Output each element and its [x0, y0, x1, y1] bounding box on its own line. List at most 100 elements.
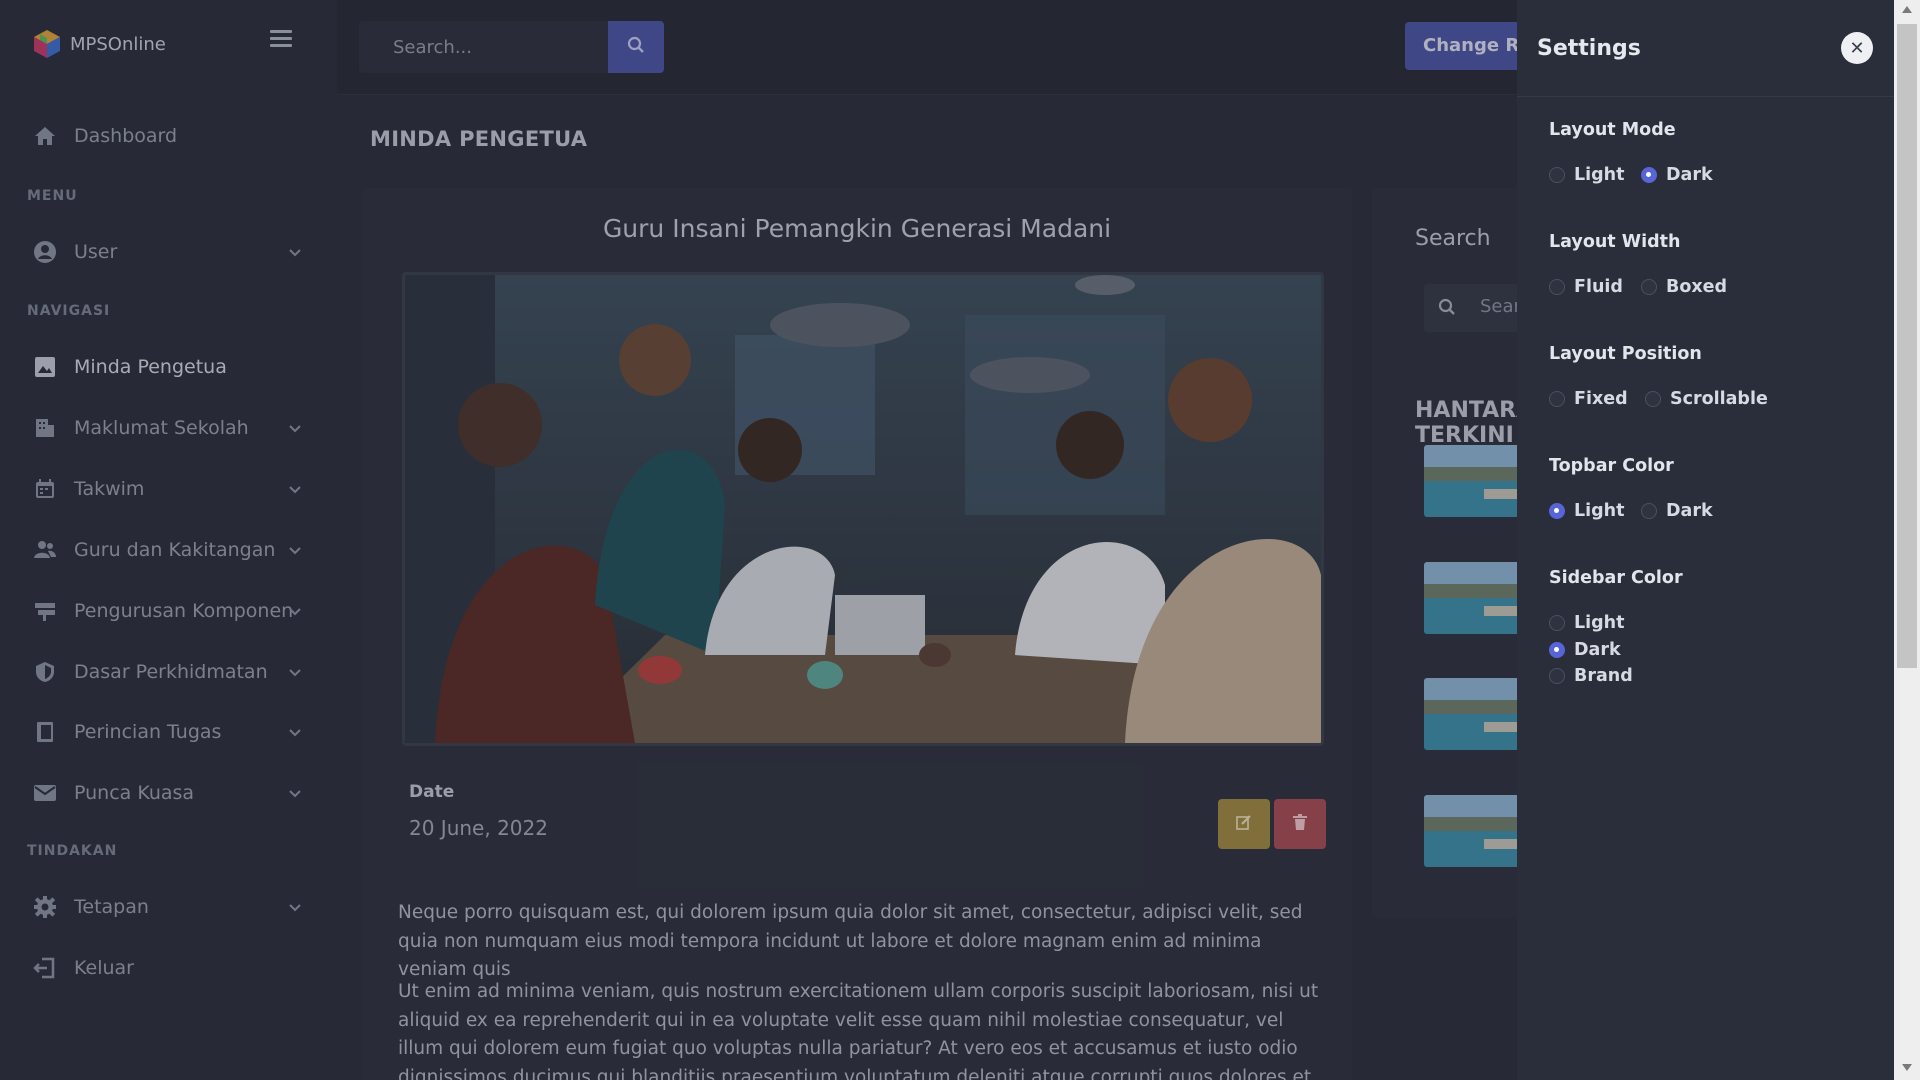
sidebar-item-dashboard[interactable]: Dashboard	[32, 116, 302, 156]
close-settings-button[interactable]: ✕	[1841, 32, 1873, 64]
radio-button[interactable]	[1549, 279, 1565, 295]
scroll-down-arrow-icon[interactable]	[1902, 1064, 1912, 1071]
signpost-icon	[32, 598, 58, 624]
sidebar-item-label: Maklumat Sekolah	[74, 417, 249, 439]
radio-button[interactable]	[1549, 642, 1565, 658]
sidebar-item-takwim[interactable]: Takwim	[32, 469, 302, 509]
chevron-down-icon	[288, 724, 302, 738]
page-scrollbar[interactable]	[1894, 0, 1920, 1080]
radio-button[interactable]	[1549, 503, 1565, 519]
layout-position-title: Layout Position	[1549, 344, 1702, 364]
chevron-down-icon	[288, 420, 302, 434]
search-field[interactable]	[359, 21, 609, 73]
calendar-icon	[32, 476, 58, 502]
layout-mode-dark-option[interactable]: Dark	[1641, 165, 1713, 185]
shield-icon	[32, 659, 58, 685]
radio-button[interactable]	[1549, 167, 1565, 183]
search-icon	[1438, 298, 1456, 320]
sidebar-item-label: Guru dan Kakitangan	[74, 539, 276, 561]
section-label-menu: MENU	[27, 188, 78, 204]
sidebar-item-label: Tetapan	[74, 896, 149, 918]
search-button[interactable]	[608, 21, 664, 73]
sidebar-item-punca-kuasa[interactable]: Punca Kuasa	[32, 773, 302, 813]
brand[interactable]: MPSOnline	[30, 26, 166, 62]
layout-position-scrollable-option[interactable]: Scrollable	[1645, 389, 1768, 409]
image-icon	[32, 354, 58, 380]
post-title: Guru Insani Pemangkin Generasi Madani	[602, 214, 1112, 243]
option-label: Scrollable	[1670, 389, 1768, 409]
radio-button[interactable]	[1641, 503, 1657, 519]
radio-button[interactable]	[1549, 615, 1565, 631]
page-title: MINDA PENGETUA	[370, 127, 588, 151]
option-label: Light	[1574, 165, 1625, 185]
layout-width-title: Layout Width	[1549, 232, 1681, 252]
option-label: Brand	[1574, 666, 1633, 686]
sidebar-item-perincian-tugas[interactable]: Perincian Tugas	[32, 712, 302, 752]
book-icon	[32, 719, 58, 745]
building-icon	[32, 415, 58, 441]
sidebar-item-keluar[interactable]: Keluar	[32, 948, 302, 988]
sidebar-item-label: Dashboard	[74, 125, 178, 147]
sidebar-item-user[interactable]: User	[32, 232, 302, 272]
edit-button[interactable]	[1218, 799, 1270, 849]
mail-icon	[32, 780, 58, 806]
sidebar-item-label: Takwim	[74, 478, 145, 500]
sidebar-item-tetapan[interactable]: Tetapan	[32, 887, 302, 927]
user-circle-icon	[32, 239, 58, 265]
section-label-navigasi: NAVIGASI	[27, 303, 111, 319]
post-image	[402, 272, 1324, 746]
layout-width-boxed-option[interactable]: Boxed	[1641, 277, 1727, 297]
radio-button[interactable]	[1645, 391, 1661, 407]
sidebar-item-label: Pengurusan Komponen	[74, 600, 294, 622]
radio-button[interactable]	[1641, 167, 1657, 183]
search-icon	[627, 36, 645, 58]
option-label: Dark	[1666, 165, 1713, 185]
layout-mode-title: Layout Mode	[1549, 120, 1676, 140]
search-widget-title: Search	[1415, 226, 1491, 251]
paragraph: Ut enim ad minima veniam, quis nostrum e…	[398, 981, 1319, 1080]
layout-position-fixed-option[interactable]: Fixed	[1549, 389, 1628, 409]
brand-name: MPSOnline	[70, 33, 166, 55]
change-role-button[interactable]: Change Role	[1405, 22, 1535, 70]
topbar-color-dark-option[interactable]: Dark	[1641, 501, 1713, 521]
chevron-down-icon	[288, 785, 302, 799]
scroll-thumb[interactable]	[1897, 24, 1917, 668]
post-card: Guru Insani Pemangkin Generasi Madani Da…	[362, 188, 1352, 1080]
scroll-up-arrow-icon[interactable]	[1902, 6, 1912, 13]
settings-header: Settings ✕	[1517, 0, 1894, 97]
sidebar-item-guru-dan-kakitangan[interactable]: Guru dan Kakitangan	[32, 530, 302, 570]
sidebar-item-maklumat-sekolah[interactable]: Maklumat Sekolah	[32, 408, 302, 448]
option-label: Light	[1574, 501, 1625, 521]
chevron-down-icon	[288, 244, 302, 258]
sidebar-color-light-option[interactable]: Light	[1549, 613, 1625, 633]
sidebar-color-brand-option[interactable]: Brand	[1549, 666, 1633, 686]
users-icon	[32, 537, 58, 563]
sidebar-color-dark-option[interactable]: Dark	[1549, 640, 1621, 660]
layout-width-fluid-option[interactable]: Fluid	[1549, 277, 1623, 297]
chevron-down-icon	[288, 603, 302, 617]
menu-toggle-icon[interactable]	[270, 30, 292, 50]
settings-title: Settings	[1537, 36, 1641, 61]
chevron-down-icon	[288, 542, 302, 556]
sidebar-item-label: Dasar Perkhidmatan	[74, 661, 268, 683]
sidebar-item-label: Keluar	[74, 957, 134, 979]
topbar-color-light-option[interactable]: Light	[1549, 501, 1625, 521]
cube-logo-icon	[30, 27, 64, 61]
radio-button[interactable]	[1549, 391, 1565, 407]
option-label: Dark	[1666, 501, 1713, 521]
search-input[interactable]	[359, 21, 609, 73]
option-label: Light	[1574, 613, 1625, 633]
sidebar-item-minda-pengetua[interactable]: Minda Pengetua	[32, 347, 302, 387]
option-label: Boxed	[1666, 277, 1728, 297]
gear-icon	[32, 894, 58, 920]
delete-button[interactable]	[1274, 799, 1326, 849]
radio-button[interactable]	[1549, 668, 1565, 684]
logout-icon	[32, 955, 58, 981]
sidebar-item-label: Punca Kuasa	[74, 782, 195, 804]
home-icon	[32, 123, 58, 149]
option-label: Dark	[1574, 640, 1621, 660]
layout-mode-light-option[interactable]: Light	[1549, 165, 1625, 185]
sidebar-item-dasar-perkhidmatan[interactable]: Dasar Perkhidmatan	[32, 652, 302, 692]
sidebar-item-pengurusan-komponen[interactable]: Pengurusan Komponen	[32, 591, 302, 631]
radio-button[interactable]	[1641, 279, 1657, 295]
